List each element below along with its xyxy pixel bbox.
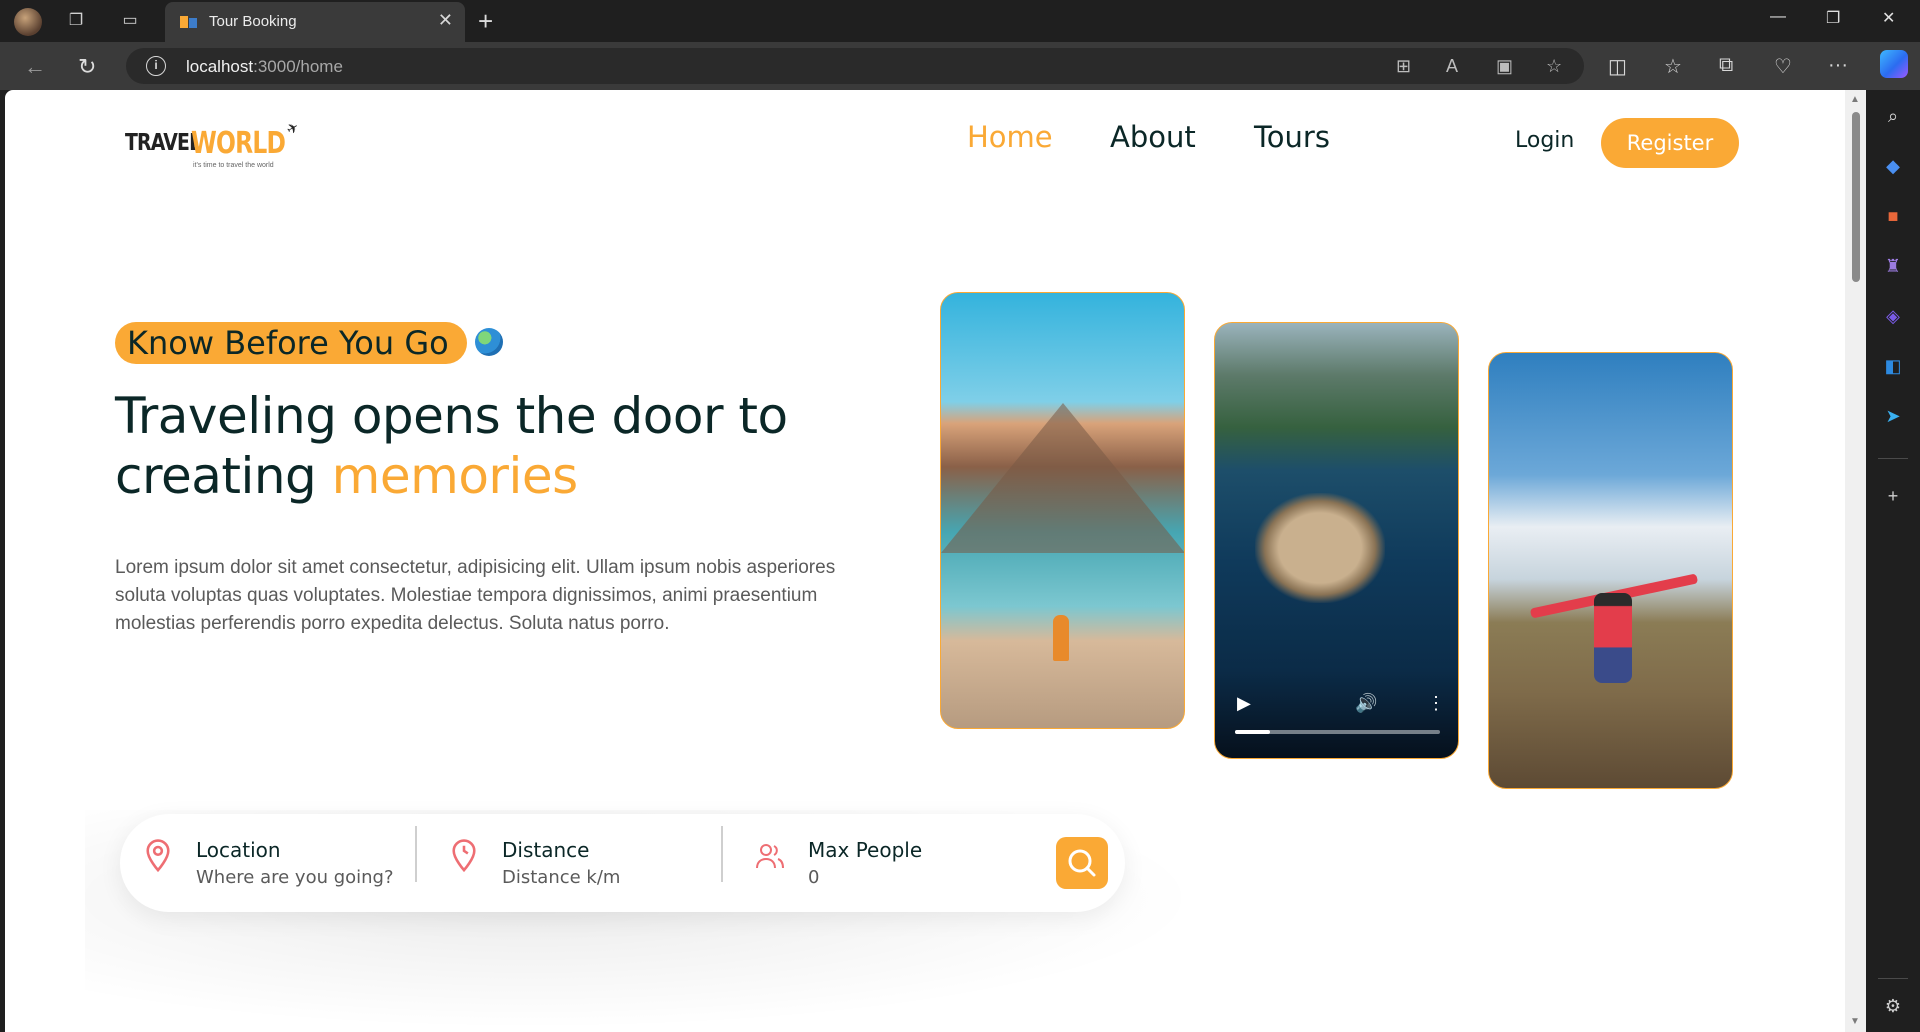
location-field[interactable]: Location Where are you going? xyxy=(120,814,420,912)
map-pin-time-icon xyxy=(452,839,476,873)
max-people-field[interactable]: Max People 0 xyxy=(732,814,1032,912)
more-menu-icon[interactable]: ··· xyxy=(1828,54,1848,77)
video-progress-bar[interactable] xyxy=(1235,730,1440,734)
volume-icon[interactable]: 🔊 xyxy=(1355,693,1377,714)
split-screen-icon[interactable]: ◫ xyxy=(1608,54,1627,79)
copilot-sidebar-icon[interactable]: ◈ xyxy=(1881,304,1905,328)
nav-tours[interactable]: Tours xyxy=(1254,120,1330,154)
search-button[interactable] xyxy=(1056,837,1108,889)
edge-sidebar: ⌕ ◆ ■ ♜ ◈ ◧ ➤ + ⚙ xyxy=(1866,90,1920,1032)
logo-tagline: it's time to travel the world xyxy=(193,162,274,169)
search-divider xyxy=(721,826,723,882)
workspaces-icon[interactable]: ❐ xyxy=(64,9,88,33)
distance-label: Distance xyxy=(502,838,590,862)
location-input[interactable]: Where are you going? xyxy=(196,867,394,888)
new-tab-button[interactable]: + xyxy=(478,6,493,37)
browser-titlebar: ❐ ▭ Tour Booking ✕ + — ❐ ✕ xyxy=(0,0,1920,42)
nav-about[interactable]: About xyxy=(1110,120,1196,154)
tab-tour-booking[interactable]: Tour Booking ✕ xyxy=(165,2,465,42)
browser-essentials-icon[interactable]: ♡ xyxy=(1774,54,1792,79)
max-people-label: Max People xyxy=(808,838,923,862)
page-scrollbar[interactable]: ▲ ▼ xyxy=(1845,90,1866,1032)
video-more-icon[interactable]: ⋮ xyxy=(1427,693,1445,714)
hero-description: Lorem ipsum dolor sit amet consectetur, … xyxy=(115,557,836,634)
island-fortress-shape xyxy=(1255,493,1385,603)
plane-icon: ✈ xyxy=(283,118,302,138)
back-button[interactable]: ← xyxy=(24,54,46,80)
refresh-button[interactable]: ↻ xyxy=(78,54,96,80)
scroll-up-icon[interactable]: ▲ xyxy=(1850,94,1860,105)
page-viewport: TRAVEL WORLD it's time to travel the wor… xyxy=(5,90,1845,1032)
scroll-down-icon[interactable]: ▼ xyxy=(1850,1016,1860,1027)
add-sidebar-app-icon[interactable]: + xyxy=(1881,484,1905,508)
hiker-figure xyxy=(1594,593,1632,683)
hero-image-louvre xyxy=(940,292,1185,729)
login-button[interactable]: Login xyxy=(1515,128,1574,153)
hero-title-highlight: memories xyxy=(331,447,579,505)
tab-title: Tour Booking xyxy=(209,13,297,30)
url-bar[interactable]: i localhost:3000/home ⊞ A ▣ ☆ xyxy=(126,48,1584,84)
hero-title: Traveling opens the door to creating mem… xyxy=(115,387,788,505)
search-sidebar-icon[interactable]: ⌕ xyxy=(1881,104,1905,128)
telegram-icon[interactable]: ➤ xyxy=(1881,404,1905,428)
hero-image-mountain xyxy=(1488,352,1733,789)
tab-actions-icon[interactable]: ▭ xyxy=(118,9,142,33)
profile-avatar[interactable] xyxy=(14,8,42,36)
search-icon xyxy=(1068,849,1096,877)
minimize-button[interactable]: — xyxy=(1770,8,1786,26)
globe-icon xyxy=(475,328,503,356)
games-icon[interactable]: ♜ xyxy=(1881,254,1905,278)
read-aloud-icon[interactable]: A xyxy=(1446,56,1458,77)
address-toolbar: ← ↻ i localhost:3000/home ⊞ A ▣ ☆ ◫ ☆ ⧉ … xyxy=(0,42,1920,90)
close-tab-icon[interactable]: ✕ xyxy=(438,10,453,31)
logo-word-world: WORLD xyxy=(191,126,286,161)
nav-home[interactable]: Home xyxy=(967,120,1053,154)
traveler-figure xyxy=(1053,615,1069,661)
restore-button[interactable]: ❐ xyxy=(1826,8,1840,28)
hero-subtitle: Know Before You Go xyxy=(115,322,467,364)
settings-gear-icon[interactable]: ⚙ xyxy=(1881,994,1905,1018)
search-divider xyxy=(415,826,417,882)
map-pin-icon xyxy=(146,839,170,873)
logo-word-travel: TRAVEL xyxy=(125,130,201,156)
close-window-button[interactable]: ✕ xyxy=(1882,8,1895,28)
register-button[interactable]: Register xyxy=(1601,118,1739,168)
immersive-reader-icon[interactable]: ▣ xyxy=(1496,56,1513,77)
hero-video[interactable]: ▶ 🔊 ⋮ xyxy=(1214,322,1459,759)
play-icon[interactable]: ▶ xyxy=(1237,693,1251,714)
favorite-star-icon[interactable]: ☆ xyxy=(1546,56,1562,77)
search-bar: Location Where are you going? Distance D… xyxy=(120,814,1125,912)
url-text[interactable]: localhost:3000/home xyxy=(186,57,343,77)
shopping-icon[interactable]: ◆ xyxy=(1881,154,1905,178)
travel-favicon-icon xyxy=(180,16,197,28)
sidebar-divider xyxy=(1878,458,1908,459)
travel-world-logo[interactable]: TRAVEL WORLD it's time to travel the wor… xyxy=(125,118,305,172)
outlook-icon[interactable]: ◧ xyxy=(1881,354,1905,378)
tools-icon[interactable]: ■ xyxy=(1881,204,1905,228)
app-available-icon[interactable]: ⊞ xyxy=(1396,56,1411,77)
collections-icon[interactable]: ⧉ xyxy=(1719,54,1733,77)
max-people-input[interactable]: 0 xyxy=(808,867,819,888)
scroll-thumb[interactable] xyxy=(1852,112,1860,282)
pyramid-shape xyxy=(941,403,1184,553)
group-icon xyxy=(756,844,784,869)
favorites-icon[interactable]: ☆ xyxy=(1664,54,1682,79)
copilot-icon[interactable] xyxy=(1880,50,1908,78)
site-info-icon[interactable]: i xyxy=(146,56,166,76)
video-progress-fill xyxy=(1235,730,1270,734)
sidebar-divider xyxy=(1878,978,1908,979)
distance-input[interactable]: Distance k/m xyxy=(502,867,620,888)
location-label: Location xyxy=(196,838,281,862)
distance-field[interactable]: Distance Distance k/m xyxy=(426,814,726,912)
